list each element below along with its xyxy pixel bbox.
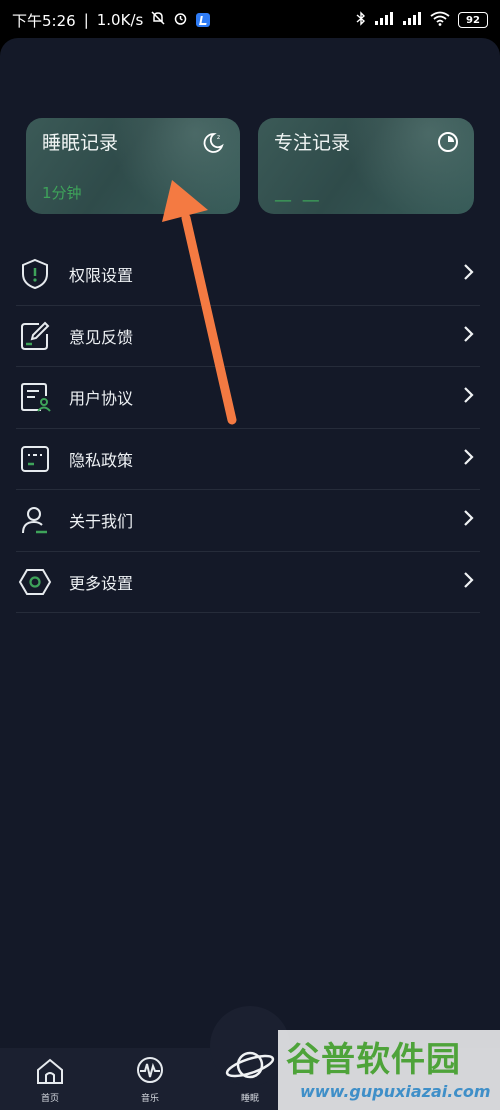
annotation-arrow <box>162 180 237 425</box>
